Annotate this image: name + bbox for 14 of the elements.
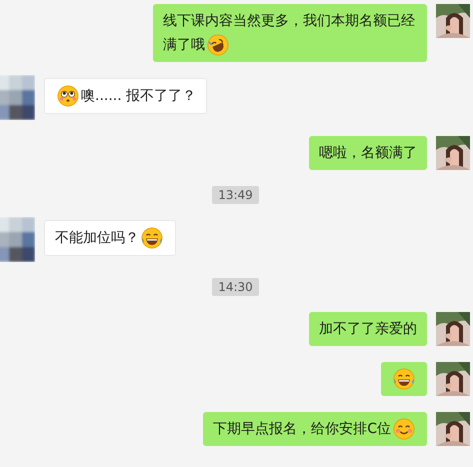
message-text: 加不了了亲爱的 xyxy=(319,320,417,339)
message-text: 不能加位吗？ xyxy=(55,229,139,248)
laughing-face-icon xyxy=(207,34,229,56)
laughing-face-icon xyxy=(141,227,163,249)
message-text: 噢...... 报不了了？ xyxy=(81,87,196,106)
smiling-face-icon xyxy=(393,418,415,440)
message-text: 线下课内容当然更多，我们本期名额已经 xyxy=(163,12,415,31)
laughing-face-icon xyxy=(393,368,415,390)
message-text: 满了哦 xyxy=(163,36,205,55)
timestamp: 14:30 xyxy=(212,278,259,296)
message-text: 嗯啦，名额满了 xyxy=(319,144,417,163)
timestamp: 13:49 xyxy=(212,186,259,204)
message-text: 下期早点报名，给你安排C位 xyxy=(213,420,391,439)
pleading-face-icon xyxy=(57,85,79,107)
